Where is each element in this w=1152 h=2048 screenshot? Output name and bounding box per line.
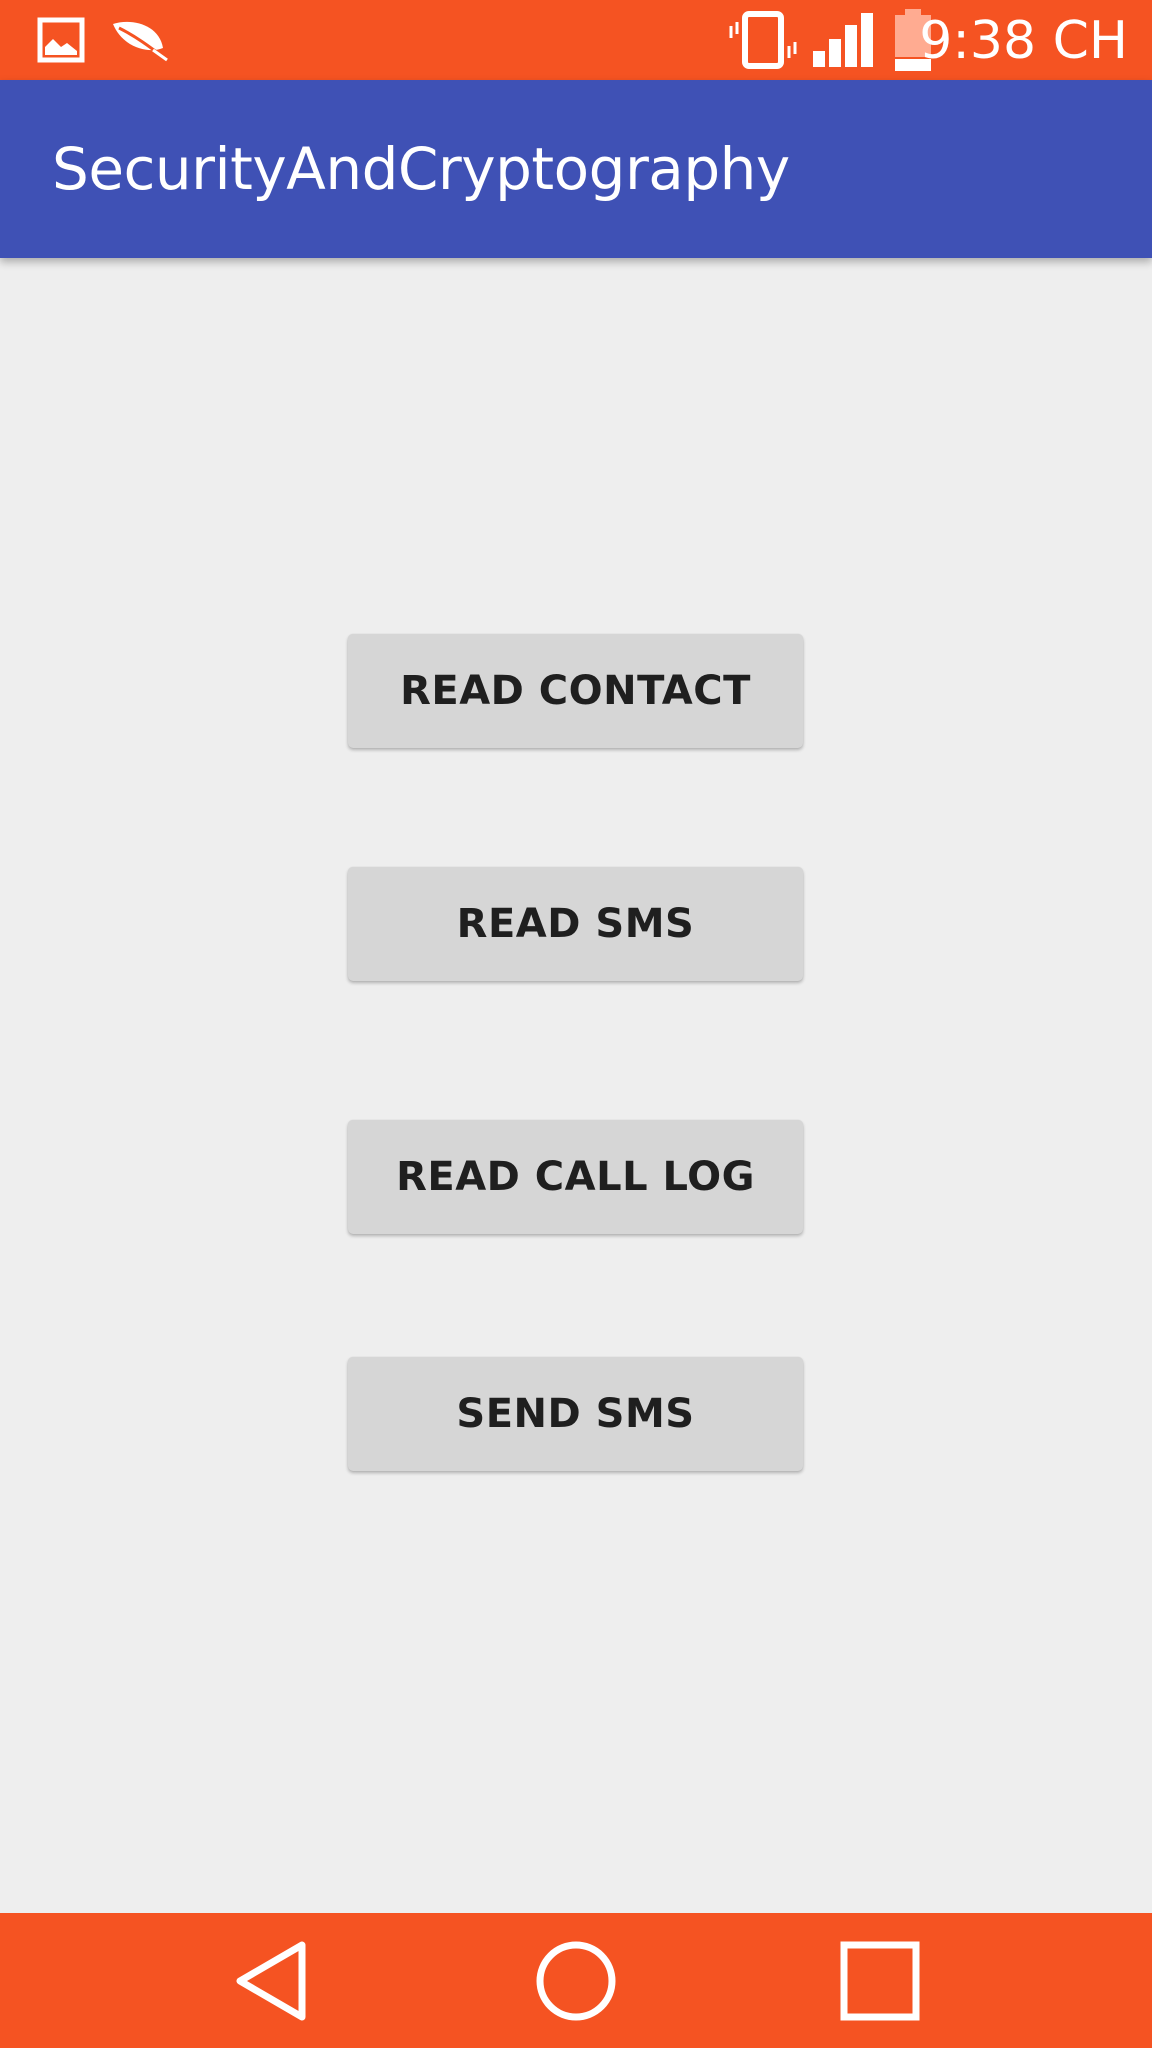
app-bar: SecurityAndCryptography — [0, 80, 1152, 258]
image-icon — [36, 0, 86, 80]
status-bar: 9:38 CH — [0, 0, 1152, 80]
leaf-icon — [108, 0, 170, 80]
read-sms-button[interactable]: READ SMS — [348, 867, 803, 981]
recents-icon[interactable] — [815, 1913, 945, 2048]
read-contact-button[interactable]: READ CONTACT — [348, 634, 803, 748]
screen: 9:38 CH SecurityAndCryptography READ CON… — [0, 0, 1152, 2048]
signal-icon — [810, 0, 876, 80]
home-icon[interactable] — [511, 1913, 641, 2048]
app-title: SecurityAndCryptography — [52, 135, 790, 203]
send-sms-button[interactable]: SEND SMS — [348, 1357, 803, 1471]
vibrate-icon — [728, 0, 798, 80]
navigation-bar — [0, 1913, 1152, 2048]
back-icon[interactable] — [207, 1913, 337, 2048]
read-call-log-button[interactable]: READ CALL LOG — [348, 1120, 803, 1234]
status-time: 9:38 CH — [919, 11, 1128, 71]
